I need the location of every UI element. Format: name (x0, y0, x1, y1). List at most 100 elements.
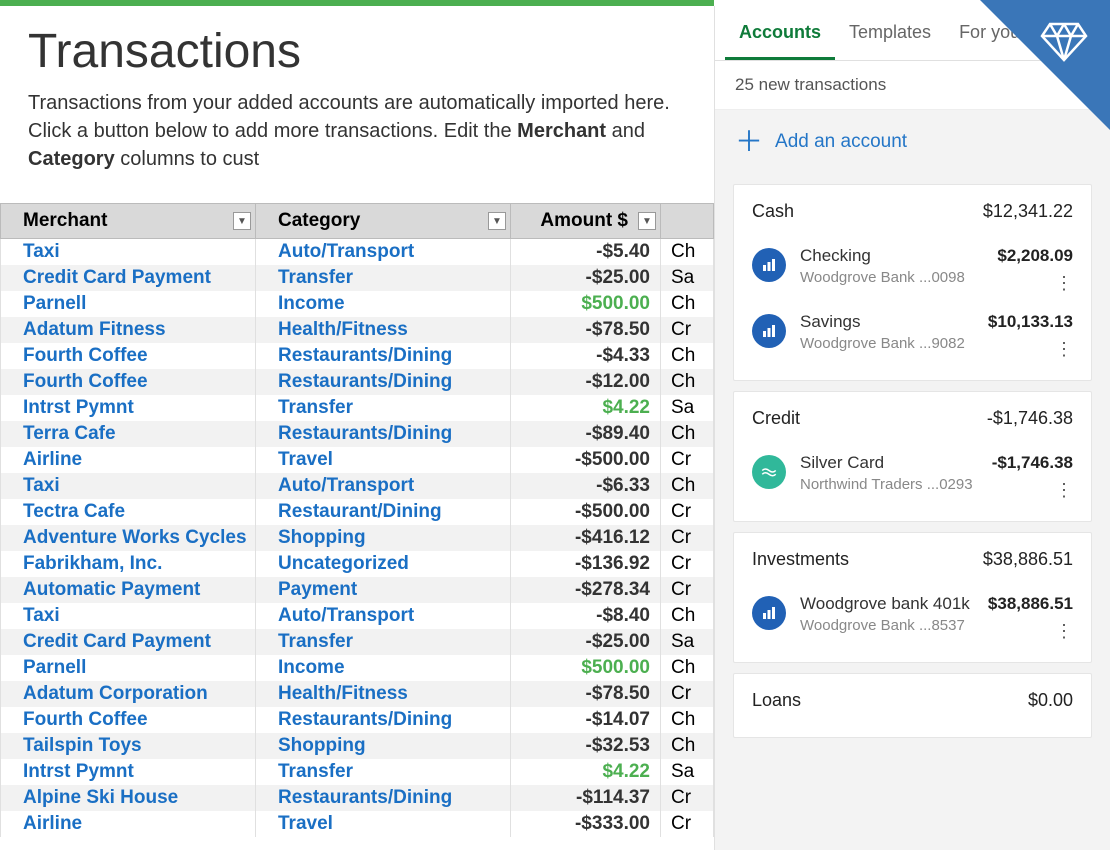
merchant-cell[interactable]: Adatum Corporation (1, 681, 256, 707)
group-total: -$1,746.38 (987, 408, 1073, 429)
more-options-icon[interactable]: ⋮ (1055, 274, 1073, 292)
table-row[interactable]: Fabrikham, Inc.Uncategorized-$136.92Cr (1, 551, 714, 577)
column-header-merchant[interactable]: Merchant ▼ (1, 204, 256, 239)
merchant-cell[interactable]: Intrst Pymnt (1, 759, 256, 785)
table-row[interactable]: Adatum CorporationHealth/Fitness-$78.50C… (1, 681, 714, 707)
table-row[interactable]: TaxiAuto/Transport-$8.40Ch (1, 603, 714, 629)
merchant-cell[interactable]: Fourth Coffee (1, 369, 256, 395)
table-row[interactable]: TaxiAuto/Transport-$6.33Ch (1, 473, 714, 499)
account-cell: Ch (661, 473, 714, 499)
column-header-account[interactable] (661, 204, 714, 239)
table-row[interactable]: AirlineTravel-$333.00Cr (1, 811, 714, 837)
filter-dropdown-icon[interactable]: ▼ (488, 212, 506, 230)
account-row[interactable]: Woodgrove bank 401kWoodgrove Bank ...853… (752, 584, 1073, 650)
category-cell[interactable]: Transfer (256, 265, 511, 291)
more-options-icon[interactable]: ⋮ (1055, 622, 1073, 640)
table-row[interactable]: ParnellIncome$500.00Ch (1, 655, 714, 681)
merchant-cell[interactable]: Intrst Pymnt (1, 395, 256, 421)
merchant-cell[interactable]: Tectra Cafe (1, 499, 256, 525)
category-cell[interactable]: Restaurants/Dining (256, 785, 511, 811)
tab-templates[interactable]: Templates (835, 6, 945, 60)
merchant-cell[interactable]: Fabrikham, Inc. (1, 551, 256, 577)
category-cell[interactable]: Shopping (256, 525, 511, 551)
table-row[interactable]: Credit Card PaymentTransfer-$25.00Sa (1, 629, 714, 655)
category-cell[interactable]: Auto/Transport (256, 239, 511, 266)
account-cell: Cr (661, 577, 714, 603)
merchant-cell[interactable]: Tailspin Toys (1, 733, 256, 759)
merchant-cell[interactable]: Fourth Coffee (1, 707, 256, 733)
table-row[interactable]: Adatum FitnessHealth/Fitness-$78.50Cr (1, 317, 714, 343)
amount-cell: -$500.00 (511, 499, 661, 525)
tab-accounts[interactable]: Accounts (725, 6, 835, 60)
merchant-cell[interactable]: Terra Cafe (1, 421, 256, 447)
account-icon (752, 596, 786, 630)
category-cell[interactable]: Auto/Transport (256, 603, 511, 629)
category-cell[interactable]: Health/Fitness (256, 317, 511, 343)
merchant-cell[interactable]: Parnell (1, 655, 256, 681)
table-row[interactable]: ParnellIncome$500.00Ch (1, 291, 714, 317)
table-row[interactable]: Terra CafeRestaurants/Dining-$89.40Ch (1, 421, 714, 447)
table-row[interactable]: Automatic PaymentPayment-$278.34Cr (1, 577, 714, 603)
category-cell[interactable]: Transfer (256, 629, 511, 655)
merchant-cell[interactable]: Taxi (1, 239, 256, 266)
table-row[interactable]: Tectra CafeRestaurant/Dining-$500.00Cr (1, 499, 714, 525)
account-row[interactable]: SavingsWoodgrove Bank ...9082$10,133.13⋮ (752, 302, 1073, 368)
category-cell[interactable]: Shopping (256, 733, 511, 759)
amount-cell: -$278.34 (511, 577, 661, 603)
merchant-cell[interactable]: Credit Card Payment (1, 265, 256, 291)
merchant-cell[interactable]: Taxi (1, 603, 256, 629)
merchant-cell[interactable]: Credit Card Payment (1, 629, 256, 655)
account-cell: Ch (661, 369, 714, 395)
category-cell[interactable]: Uncategorized (256, 551, 511, 577)
account-cell: Cr (661, 785, 714, 811)
category-cell[interactable]: Income (256, 291, 511, 317)
account-icon (752, 248, 786, 282)
filter-dropdown-icon[interactable]: ▼ (638, 212, 656, 230)
merchant-cell[interactable]: Taxi (1, 473, 256, 499)
category-cell[interactable]: Transfer (256, 759, 511, 785)
table-row[interactable]: TaxiAuto/Transport-$5.40Ch (1, 239, 714, 266)
table-row[interactable]: Adventure Works CyclesShopping-$416.12Cr (1, 525, 714, 551)
amount-cell: -$25.00 (511, 265, 661, 291)
table-row[interactable]: Fourth CoffeeRestaurants/Dining-$12.00Ch (1, 369, 714, 395)
more-options-icon[interactable]: ⋮ (1055, 481, 1073, 499)
category-cell[interactable]: Restaurants/Dining (256, 369, 511, 395)
table-row[interactable]: AirlineTravel-$500.00Cr (1, 447, 714, 473)
category-cell[interactable]: Restaurants/Dining (256, 343, 511, 369)
category-cell[interactable]: Health/Fitness (256, 681, 511, 707)
column-header-amount[interactable]: Amount $ ▼ (511, 204, 661, 239)
merchant-cell[interactable]: Adatum Fitness (1, 317, 256, 343)
table-row[interactable]: Fourth CoffeeRestaurants/Dining-$14.07Ch (1, 707, 714, 733)
group-total: $12,341.22 (983, 201, 1073, 222)
table-row[interactable]: Intrst PymntTransfer$4.22Sa (1, 759, 714, 785)
category-cell[interactable]: Travel (256, 811, 511, 837)
merchant-cell[interactable]: Airline (1, 811, 256, 837)
category-cell[interactable]: Travel (256, 447, 511, 473)
more-options-icon[interactable]: ⋮ (1055, 340, 1073, 358)
category-cell[interactable]: Restaurant/Dining (256, 499, 511, 525)
table-row[interactable]: Tailspin ToysShopping-$32.53Ch (1, 733, 714, 759)
category-cell[interactable]: Payment (256, 577, 511, 603)
table-row[interactable]: Intrst PymntTransfer$4.22Sa (1, 395, 714, 421)
category-cell[interactable]: Transfer (256, 395, 511, 421)
amount-cell: $500.00 (511, 655, 661, 681)
category-cell[interactable]: Restaurants/Dining (256, 421, 511, 447)
merchant-cell[interactable]: Airline (1, 447, 256, 473)
table-row[interactable]: Credit Card PaymentTransfer-$25.00Sa (1, 265, 714, 291)
merchant-cell[interactable]: Parnell (1, 291, 256, 317)
merchant-cell[interactable]: Automatic Payment (1, 577, 256, 603)
category-cell[interactable]: Income (256, 655, 511, 681)
merchant-cell[interactable]: Fourth Coffee (1, 343, 256, 369)
account-balance: -$1,746.38 (992, 453, 1073, 473)
category-cell[interactable]: Auto/Transport (256, 473, 511, 499)
table-row[interactable]: Alpine Ski HouseRestaurants/Dining-$114.… (1, 785, 714, 811)
account-row[interactable]: CheckingWoodgrove Bank ...0098$2,208.09⋮ (752, 236, 1073, 302)
category-cell[interactable]: Restaurants/Dining (256, 707, 511, 733)
column-header-category[interactable]: Category ▼ (256, 204, 511, 239)
account-row[interactable]: Silver CardNorthwind Traders ...0293-$1,… (752, 443, 1073, 509)
amount-cell: -$89.40 (511, 421, 661, 447)
merchant-cell[interactable]: Adventure Works Cycles (1, 525, 256, 551)
filter-dropdown-icon[interactable]: ▼ (233, 212, 251, 230)
table-row[interactable]: Fourth CoffeeRestaurants/Dining-$4.33Ch (1, 343, 714, 369)
merchant-cell[interactable]: Alpine Ski House (1, 785, 256, 811)
